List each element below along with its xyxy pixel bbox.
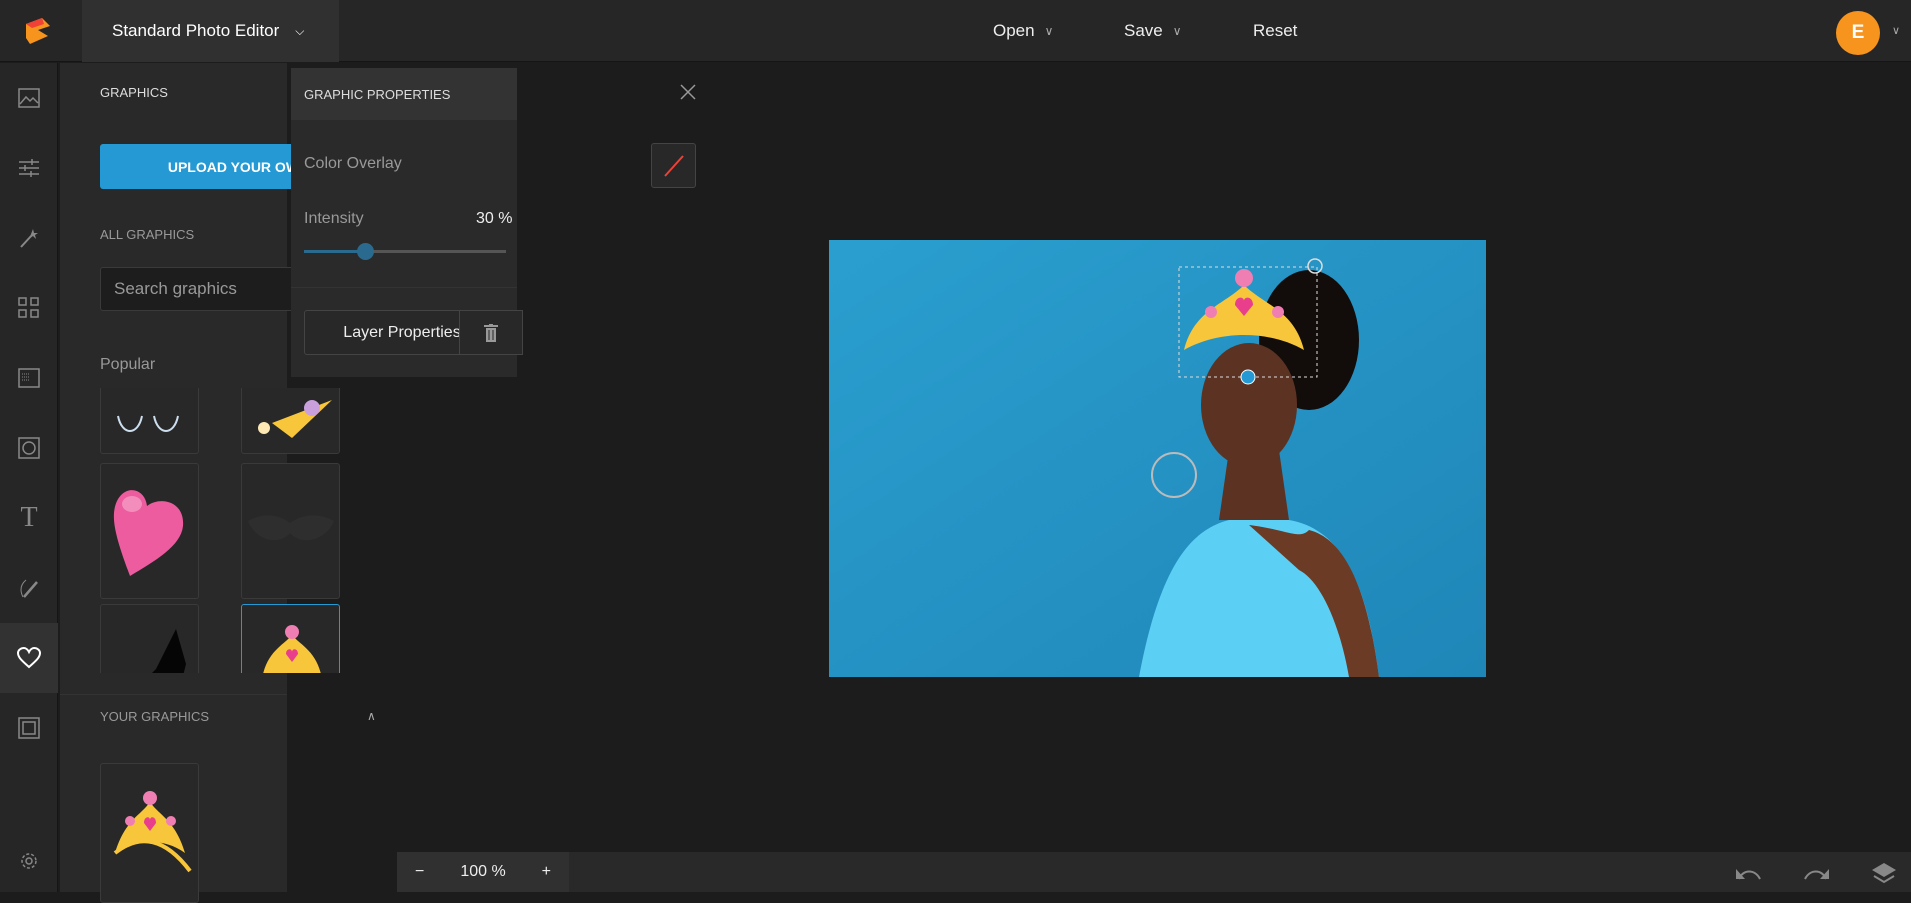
chevron-down-icon: ∨: [1172, 24, 1182, 38]
frame-circle-icon: [18, 437, 40, 459]
border-icon: [18, 717, 40, 739]
your-graphics-heading: YOUR GRAPHICS: [100, 709, 210, 724]
reset-label: Reset: [1253, 21, 1298, 40]
graphic-properties-title: GRAPHIC PROPERTIES: [304, 86, 451, 102]
rail-draw[interactable]: [0, 553, 58, 623]
open-menu[interactable]: Open ∨: [993, 0, 1053, 62]
panel-title: GRAPHICS: [100, 85, 168, 100]
graphic-tile-heart[interactable]: [100, 463, 199, 599]
graphic-properties-header: GRAPHIC PROPERTIES: [291, 68, 517, 120]
rail-graphics[interactable]: [0, 623, 58, 693]
redo-icon[interactable]: [1802, 865, 1830, 881]
adjust-icon: [19, 159, 39, 177]
graphic-tile-tiara[interactable]: [241, 388, 340, 454]
save-label: Save: [1124, 21, 1163, 40]
graphics-grid: [100, 388, 377, 673]
zoom-level: 100 %: [460, 863, 506, 880]
photo-image: [829, 240, 1486, 677]
close-icon[interactable]: [680, 84, 696, 100]
editor-mode-dropdown[interactable]: Standard Photo Editor ⌵: [82, 0, 339, 62]
crown-graphic: [113, 791, 192, 873]
avatar[interactable]: E: [1836, 11, 1880, 55]
crown-graphic: [263, 625, 321, 673]
rail-adjust[interactable]: [0, 133, 58, 203]
bottom-bar: [397, 852, 1911, 892]
intensity-fill: [304, 250, 365, 253]
undo-icon[interactable]: [1735, 865, 1763, 881]
intensity-slider[interactable]: [304, 243, 506, 260]
zoom-control: − 100 % +: [397, 852, 569, 892]
magic-wand-icon: [20, 229, 38, 248]
zoom-in-button[interactable]: +: [542, 863, 551, 881]
open-label: Open: [993, 21, 1035, 40]
black-shape-graphic: [152, 629, 186, 673]
graphic-tile-mustache[interactable]: [241, 463, 340, 599]
chevron-down-icon[interactable]: ∨: [1892, 24, 1900, 37]
your-graphic-crown[interactable]: [100, 763, 199, 903]
pink-heart-graphic: [113, 490, 183, 576]
chevron-up-icon[interactable]: ∧: [367, 709, 376, 723]
graphic-tile-black-shape[interactable]: [100, 604, 199, 673]
rail-text[interactable]: T: [0, 483, 58, 553]
graphic-tile-crown[interactable]: [241, 604, 340, 673]
color-overlay-label: Color Overlay: [304, 155, 402, 172]
rail-effects[interactable]: [0, 203, 58, 273]
no-color-icon: [664, 155, 684, 177]
rail-texture[interactable]: [0, 343, 58, 413]
chevron-down-icon: ∨: [1044, 24, 1054, 38]
reset-button[interactable]: Reset: [1253, 0, 1297, 62]
delete-button[interactable]: [459, 310, 523, 355]
save-menu[interactable]: Save ∨: [1124, 0, 1182, 62]
zoom-out-button[interactable]: −: [415, 863, 424, 881]
editor-mode-label: Standard Photo Editor: [112, 21, 280, 40]
eyelashes-graphic: [116, 415, 179, 432]
rail-settings[interactable]: [0, 826, 58, 896]
draw-icon: [20, 579, 38, 598]
grid-icon: [18, 297, 39, 318]
intensity-label: Intensity: [304, 210, 364, 227]
intensity-handle[interactable]: [356, 243, 374, 260]
texture-icon: [18, 368, 40, 388]
gear-icon: [21, 853, 37, 869]
layers-icon[interactable]: [1871, 862, 1897, 888]
chevron-down-icon: ⌵: [295, 23, 305, 38]
app-logo[interactable]: [22, 16, 52, 46]
rail-collage[interactable]: [0, 273, 58, 343]
color-overlay-swatch[interactable]: [651, 143, 696, 188]
mustache-graphic: [247, 515, 334, 541]
graphic-tile-eyelashes[interactable]: [100, 388, 199, 454]
trash-icon: [484, 323, 498, 342]
tool-rail: T: [0, 63, 58, 892]
heart-icon: [17, 647, 41, 669]
rail-border[interactable]: [0, 693, 58, 763]
rail-image[interactable]: [0, 63, 58, 133]
rail-frame[interactable]: [0, 413, 58, 483]
intensity-value: 30 %: [476, 210, 513, 227]
all-graphics-heading: ALL GRAPHICS: [100, 227, 195, 242]
image-icon: [18, 88, 40, 108]
divider: [291, 287, 517, 288]
tiara-graphic: [258, 400, 332, 438]
popular-heading: Popular: [100, 356, 156, 373]
text-icon: T: [20, 502, 38, 533]
divider: [60, 694, 287, 695]
canvas-photo[interactable]: [829, 240, 1486, 677]
